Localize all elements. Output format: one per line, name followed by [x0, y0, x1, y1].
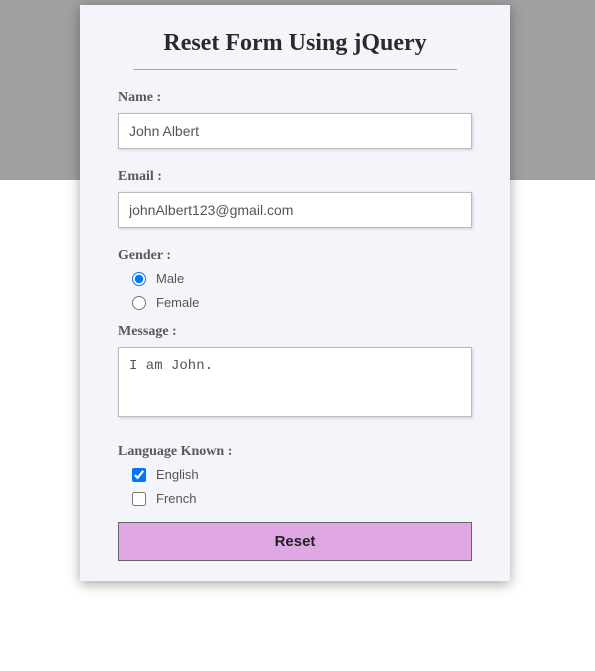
reset-button[interactable]: Reset [118, 522, 472, 561]
checkbox-row-english: English [132, 467, 472, 482]
language-checkbox-english[interactable] [132, 468, 146, 482]
checkbox-row-french: French [132, 491, 472, 506]
language-checkbox-french[interactable] [132, 492, 146, 506]
gender-radio-male[interactable] [132, 272, 146, 286]
radio-row-male: Male [132, 271, 472, 286]
message-textarea[interactable]: I am John. [118, 347, 472, 417]
form-container: Reset Form Using jQuery Name : Email : G… [80, 5, 510, 581]
gender-radio-female-label: Female [156, 295, 199, 310]
divider [133, 69, 457, 70]
name-label: Name : [118, 90, 472, 106]
language-checkbox-english-label: English [156, 467, 199, 482]
radio-row-female: Female [132, 295, 472, 310]
gender-label: Gender : [118, 248, 472, 264]
gender-radio-female[interactable] [132, 296, 146, 310]
language-label: Language Known : [118, 444, 472, 460]
language-checkbox-french-label: French [156, 491, 196, 506]
name-input[interactable] [118, 113, 472, 149]
email-label: Email : [118, 169, 472, 185]
language-checkbox-group: English French [118, 467, 472, 506]
email-input[interactable] [118, 192, 472, 228]
gender-radio-male-label: Male [156, 271, 184, 286]
gender-radio-group: Male Female [118, 271, 472, 310]
form-title: Reset Form Using jQuery [118, 30, 472, 57]
message-label: Message : [118, 324, 472, 340]
